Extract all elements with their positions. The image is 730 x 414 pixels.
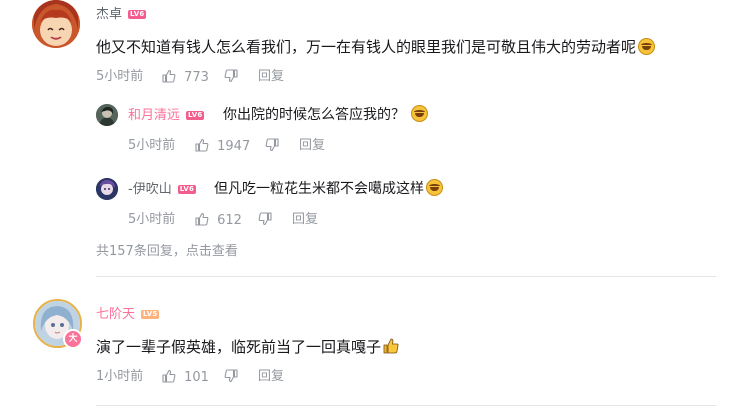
comment-username[interactable]: 杰卓 LV6 [96,6,147,24]
reply-text: 但凡吃一粒花生米都不会噶成这样 [214,178,443,200]
like-button[interactable]: 612 [195,212,242,229]
reply-text-body: 你出院的时候怎么答应我的？ [223,107,405,123]
username-text[interactable]: 七阶天 [96,307,135,322]
like-button[interactable]: 1947 [195,138,250,155]
vip-badge-text: 大 [68,334,78,344]
timestamp: 5小时前 [96,69,144,84]
thumb-up-icon [195,212,209,226]
reply-avatar[interactable] [96,178,118,200]
like-button[interactable]: 101 [162,369,209,386]
like-count: 101 [184,370,209,385]
dislike-button[interactable] [265,138,279,155]
comment-username[interactable]: 七阶天 LV5 [96,306,160,324]
reply-count-text: 共157条回复， [96,244,186,259]
dislike-button[interactable] [224,369,238,386]
comment-meta: 5小时前 [96,69,143,85]
reply-button[interactable]: 回复 [292,212,318,228]
thumbs-up-emoji-icon [383,338,399,354]
reply-avatar[interactable] [96,104,118,126]
reply-button[interactable]: 回复 [258,369,284,385]
reply-username[interactable]: 和月清远 LV6 [128,107,205,125]
laugh-cry-emoji-icon [426,179,443,196]
timestamp: 5小时前 [128,138,176,153]
reply-meta: 5小时前 [128,138,175,154]
comment-text-body: 他又不知道有钱人怎么看我们，万一在有钱人的眼里我们是可敬且伟大的劳动者呢 [96,38,637,56]
vip-badge: 大 [63,329,83,349]
thumb-up-icon [162,369,176,383]
like-button[interactable]: 773 [162,69,209,86]
dislike-button[interactable] [258,212,272,229]
thumb-down-icon [224,69,238,83]
level-badge: LV6 [186,111,205,120]
dislike-button[interactable] [224,69,238,86]
view-replies-link[interactable]: 点击查看 [186,244,238,259]
level-badge: LV6 [177,185,197,194]
thumb-up-icon [162,69,176,83]
reply-text-body: 但凡吃一粒花生米都不会噶成这样 [214,181,424,197]
like-count: 612 [217,213,242,228]
thumb-up-icon [195,138,209,152]
username-text[interactable]: 杰卓 [96,7,122,22]
level-badge: LV5 [141,310,160,319]
comment-divider [96,405,716,406]
comment-divider [96,276,716,277]
comment-text-body: 演了一辈子假英雄，临死前当了一回真嘎子 [96,338,382,356]
reply-username[interactable]: -伊吹山 LV6 [128,181,197,199]
avatar[interactable] [32,0,80,48]
thumb-down-icon [224,369,238,383]
username-text[interactable]: 和月清远 [128,108,180,123]
level-badge: LV6 [128,10,147,19]
comment-meta: 1小时前 [96,369,143,385]
thumb-down-icon [265,138,279,152]
comment-text: 演了一辈子假英雄，临死前当了一回真嘎子 [96,336,399,358]
laugh-cry-emoji-icon [638,38,656,55]
like-count: 773 [184,70,209,85]
comment-text: 他又不知道有钱人怎么看我们，万一在有钱人的眼里我们是可敬且伟大的劳动者呢 [96,36,656,58]
reply-button[interactable]: 回复 [258,69,284,85]
reply-summary: 共157条回复，点击查看 [96,244,238,260]
like-count: 1947 [217,139,251,154]
reply-text: 你出院的时候怎么答应我的？ [223,104,428,126]
laugh-cry-emoji-icon [411,105,428,122]
timestamp: 5小时前 [128,212,176,227]
username-text[interactable]: -伊吹山 [128,182,172,197]
reply-button[interactable]: 回复 [299,138,325,154]
timestamp: 1小时前 [96,369,144,384]
reply-meta: 5小时前 [128,212,175,228]
thumb-down-icon [258,212,272,226]
